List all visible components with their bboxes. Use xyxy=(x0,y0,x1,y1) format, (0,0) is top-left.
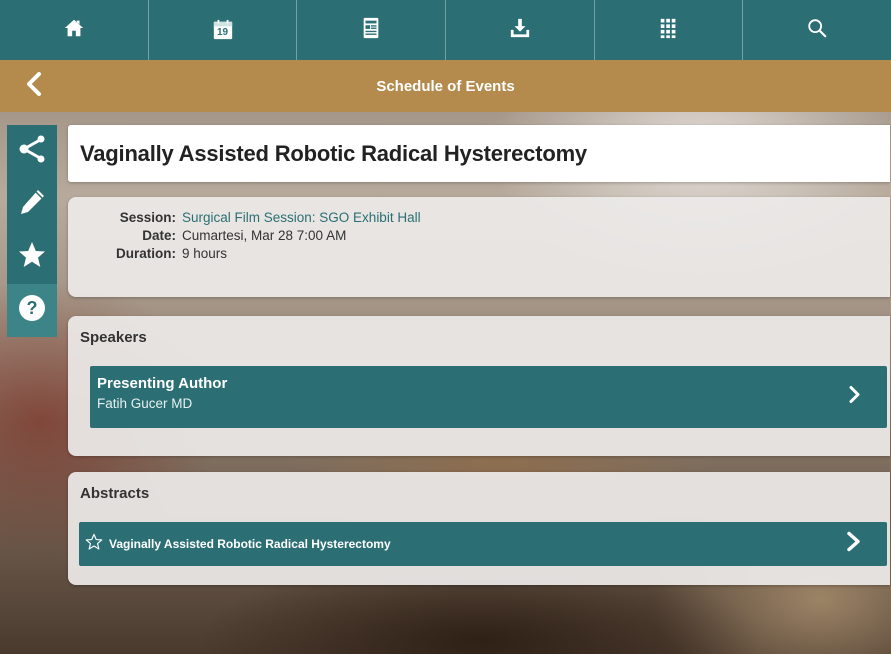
star-outline-icon[interactable] xyxy=(85,533,103,556)
date-value: Cumartesi, Mar 28 7:00 AM xyxy=(182,228,347,243)
calendar-icon: 19 xyxy=(212,19,234,41)
pencil-icon xyxy=(17,187,47,222)
favorite-button[interactable] xyxy=(7,231,57,284)
nav-schedule-button[interactable] xyxy=(297,0,447,60)
home-icon xyxy=(63,17,85,44)
abstracts-card: Abstracts Vaginally Assisted Robotic Rad… xyxy=(68,472,890,585)
chevron-right-icon xyxy=(849,386,861,409)
nav-grid-button[interactable] xyxy=(595,0,744,60)
speakers-card: Speakers Presenting Author Fatih Gucer M… xyxy=(68,316,890,456)
event-title: Vaginally Assisted Robotic Radical Hyste… xyxy=(80,140,587,166)
svg-text:?: ? xyxy=(27,298,38,318)
speaker-name: Fatih Gucer MD xyxy=(97,396,193,411)
calendar-day-label: 19 xyxy=(216,27,229,38)
abstract-item[interactable]: Vaginally Assisted Robotic Radical Hyste… xyxy=(79,522,887,566)
abstracts-heading: Abstracts xyxy=(80,485,150,502)
top-nav-bar: 19 xyxy=(0,0,891,60)
share-button[interactable] xyxy=(7,125,57,178)
share-icon xyxy=(17,134,47,169)
notes-button[interactable] xyxy=(7,178,57,231)
nav-download-button[interactable] xyxy=(446,0,595,60)
back-button[interactable] xyxy=(20,71,46,101)
star-icon xyxy=(17,240,47,275)
duration-label: Duration: xyxy=(116,246,176,261)
session-link[interactable]: Surgical Film Session: SGO Exhibit Hall xyxy=(182,209,421,227)
speakers-heading: Speakers xyxy=(80,329,147,346)
event-title-card: Vaginally Assisted Robotic Radical Hyste… xyxy=(68,125,890,182)
session-row: Session: Surgical Film Session: SGO Exhi… xyxy=(68,209,890,227)
side-toolbar: ? xyxy=(7,125,57,337)
date-label: Date: xyxy=(142,228,176,243)
session-label: Session: xyxy=(119,210,176,225)
nav-search-button[interactable] xyxy=(743,0,891,60)
chevron-left-icon xyxy=(24,71,42,101)
date-row: Date: Cumartesi, Mar 28 7:00 AM xyxy=(68,227,890,245)
download-icon xyxy=(509,17,531,44)
page-title: Schedule of Events xyxy=(376,77,515,95)
duration-row: Duration: 9 hours xyxy=(68,245,890,263)
schedule-icon xyxy=(360,17,382,44)
speaker-item[interactable]: Presenting Author Fatih Gucer MD xyxy=(90,366,887,428)
help-button[interactable]: ? xyxy=(7,284,57,337)
search-icon xyxy=(806,17,828,44)
grid-icon xyxy=(658,17,680,44)
header-bar: Schedule of Events xyxy=(0,60,891,112)
help-icon: ? xyxy=(17,293,47,328)
nav-calendar-button[interactable]: 19 xyxy=(149,0,298,60)
event-info-card: Session: Surgical Film Session: SGO Exhi… xyxy=(68,197,890,297)
speaker-role: Presenting Author xyxy=(97,375,228,392)
nav-home-button[interactable] xyxy=(0,0,149,60)
duration-value: 9 hours xyxy=(182,246,228,261)
abstract-title: Vaginally Assisted Robotic Radical Hyste… xyxy=(109,537,391,551)
chevron-right-icon xyxy=(847,531,861,557)
